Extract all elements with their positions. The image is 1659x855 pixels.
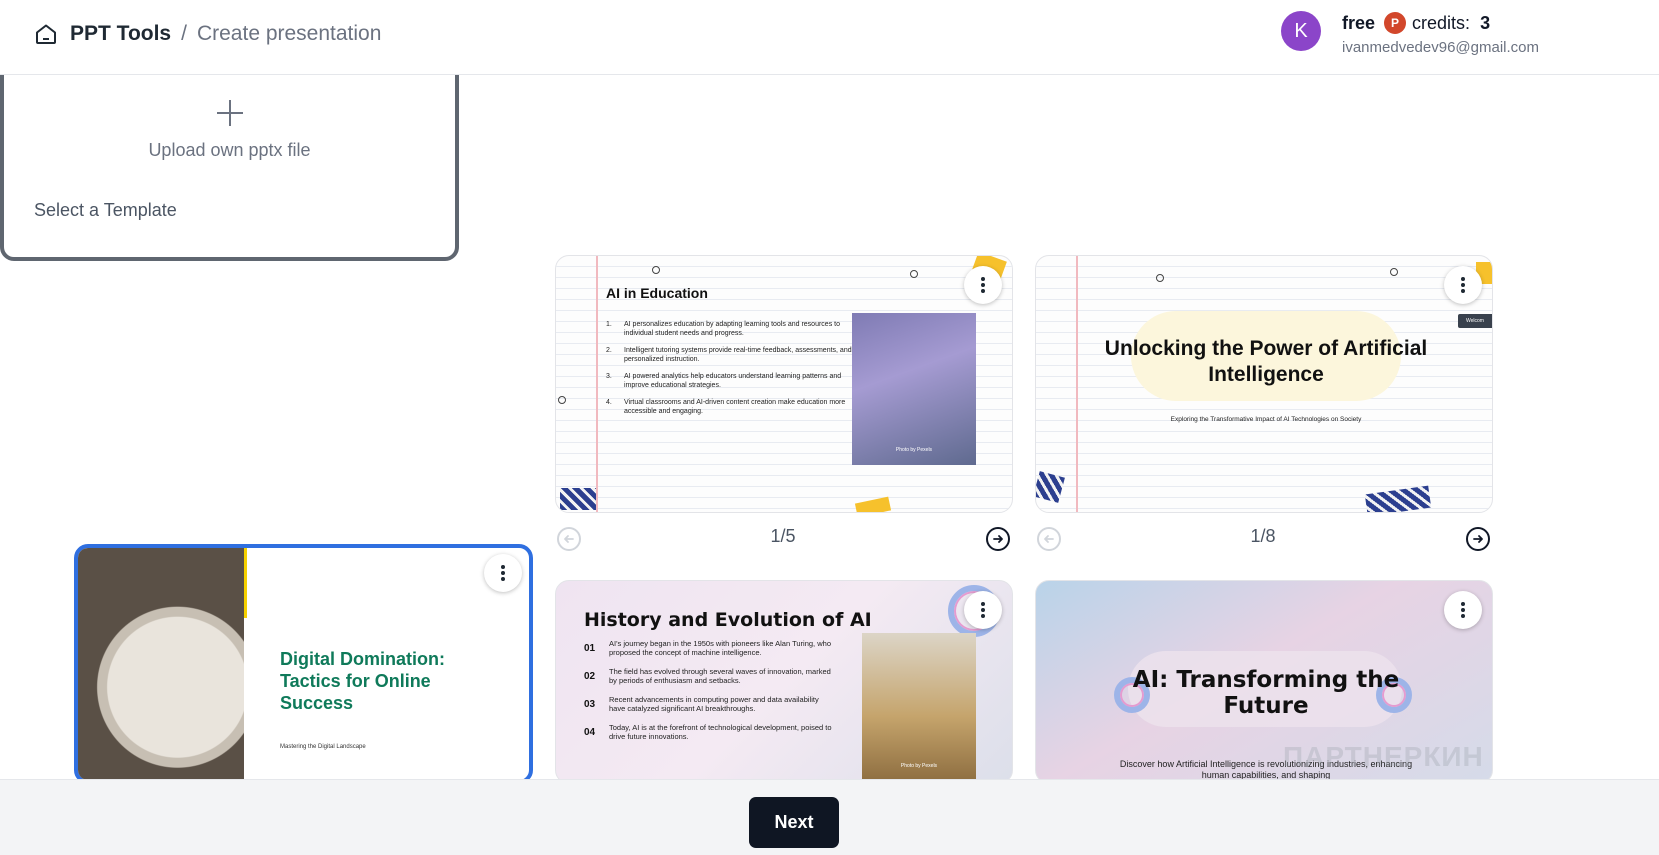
breadcrumb-home-link[interactable]: PPT Tools (70, 22, 171, 46)
circle-decoration (910, 270, 918, 278)
template-menu-button[interactable] (1444, 591, 1482, 629)
powerpoint-icon: P (1384, 12, 1407, 34)
more-vertical-icon (501, 565, 505, 581)
slide-margin-line (1076, 256, 1078, 512)
slide-pager: 1/8 (1250, 526, 1276, 546)
slide-subtitle: Mastering the Digital Landscape (280, 744, 366, 750)
list-number: 03 (584, 698, 596, 710)
plan-credits-row: free P credits: 3 (1342, 11, 1539, 35)
accent-bar (244, 548, 247, 618)
list-number: 3. (606, 373, 612, 380)
pattern-decoration (560, 488, 596, 510)
slide-photo: Photo by Pexels (852, 313, 976, 465)
slide-numbered-list: 01 AI's journey began in the 1950s with p… (584, 639, 834, 751)
arrow-right-icon (1473, 535, 1483, 543)
template-card-history-of-ai[interactable]: History and Evolution of AI 01 AI's journ… (555, 580, 1013, 784)
credits-count: 3 (1480, 12, 1491, 33)
list-item: 02 The field has evolved through several … (584, 667, 834, 685)
list-text: AI personalizes education by adapting le… (624, 321, 840, 337)
section-title: Select a Template (34, 200, 177, 220)
list-text: Virtual classrooms and AI-driven content… (624, 399, 846, 415)
template-card-unlocking-ai[interactable]: Unlocking the Power of Artificial Intell… (1035, 255, 1493, 513)
plus-icon (216, 100, 243, 126)
list-item: 03 Recent advancements in computing power… (584, 695, 834, 713)
template-menu-button[interactable] (1444, 266, 1482, 304)
slide-photo: Photo by Pexels (862, 633, 976, 783)
template-menu-button[interactable] (484, 554, 522, 592)
list-number: 2. (606, 347, 612, 354)
avatar[interactable]: K (1281, 11, 1321, 51)
list-item: 3. AI powered analytics help educators un… (606, 372, 856, 390)
slide-margin-line (596, 256, 598, 512)
slide-bullet-list: 1. AI personalizes education by adapting … (606, 320, 856, 424)
slide-title: AI in Education (606, 285, 708, 301)
arrow-left-icon (564, 535, 574, 543)
list-text: AI powered analytics help educators unde… (624, 373, 842, 389)
list-item: 04 Today, AI is at the forefront of techn… (584, 723, 834, 741)
circle-decoration (652, 266, 660, 274)
photo-caption: Photo by Pexels (900, 763, 938, 769)
template-menu-button[interactable] (964, 591, 1002, 629)
template-card-ai-in-education[interactable]: AI in Education 1. AI personalizes educat… (555, 255, 1013, 513)
previous-slide-button[interactable] (1037, 527, 1061, 551)
list-text: Recent advancements in computing power a… (609, 695, 819, 713)
next-slide-button[interactable] (1466, 527, 1490, 551)
watermark: ПАРТНЕРКИН (1283, 741, 1484, 772)
slide-pager: 1/5 (770, 526, 796, 546)
list-item: 1. AI personalizes education by adapting … (606, 320, 856, 338)
breadcrumb: PPT Tools / Create presentation (34, 20, 381, 48)
list-text: Today, AI is at the forefront of technol… (609, 723, 832, 741)
more-vertical-icon (1461, 277, 1465, 293)
more-vertical-icon (1461, 602, 1465, 618)
list-item: 2. Intelligent tutoring systems provide r… (606, 346, 856, 364)
photo-caption: Photo by Pexels (895, 447, 933, 453)
slide-photo (78, 548, 244, 780)
arrow-left-icon (1044, 535, 1054, 543)
footer-bar: Next (0, 779, 1659, 855)
user-email: ivanmedvedev96@gmail.com (1342, 39, 1539, 56)
list-number: 04 (584, 726, 596, 738)
next-button[interactable]: Next (749, 797, 839, 848)
arrow-right-icon (993, 535, 1003, 543)
plan-badge: free (1342, 12, 1376, 33)
slide-title: History and Evolution of AI (584, 609, 872, 631)
circle-decoration (1156, 274, 1164, 282)
user-meta: free P credits: 3 ivanmedvedev96@gmail.c… (1342, 11, 1539, 63)
circle-decoration (558, 396, 566, 404)
next-slide-button[interactable] (986, 527, 1010, 551)
upload-label: Upload own pptx file (148, 140, 311, 160)
credits-label: credits: (1412, 12, 1471, 33)
slide-tag: Welcom (1458, 314, 1492, 328)
slide-title: Digital Domination: Tactics for Online S… (280, 649, 445, 713)
more-vertical-icon (981, 602, 985, 618)
list-number: 4. (606, 399, 612, 406)
template-menu-button[interactable] (964, 266, 1002, 304)
circle-decoration (1390, 268, 1398, 276)
list-text: The field has evolved through several wa… (609, 667, 831, 685)
list-item: 01 AI's journey began in the 1950s with p… (584, 639, 834, 657)
list-text: AI's journey began in the 1950s with pio… (609, 639, 831, 657)
slide-subtitle: Exploring the Transformative Impact of A… (1170, 416, 1362, 423)
breadcrumb-separator: / (181, 22, 187, 45)
more-vertical-icon (981, 277, 985, 293)
breadcrumb-current-page: Create presentation (196, 22, 382, 45)
list-item: 4. Virtual classrooms and AI-driven conte… (606, 398, 856, 416)
slide-title: Unlocking the Power of Artificial Intell… (1104, 337, 1428, 386)
home-icon[interactable] (34, 22, 58, 46)
user-account[interactable]: K free P credits: 3 ivanmedvedev96@gmail… (1281, 11, 1539, 63)
template-card-digital-domination[interactable]: Digital Domination: Tactics for Online S… (74, 544, 533, 784)
list-number: 1. (606, 321, 612, 328)
top-bar: PPT Tools / Create presentation K free P… (0, 0, 1659, 75)
list-number: 01 (584, 642, 596, 654)
previous-slide-button[interactable] (557, 527, 581, 551)
slide-title: AI: Transforming the Future (1132, 667, 1400, 719)
list-text: Intelligent tutoring systems provide rea… (624, 347, 852, 363)
list-number: 02 (584, 670, 596, 682)
